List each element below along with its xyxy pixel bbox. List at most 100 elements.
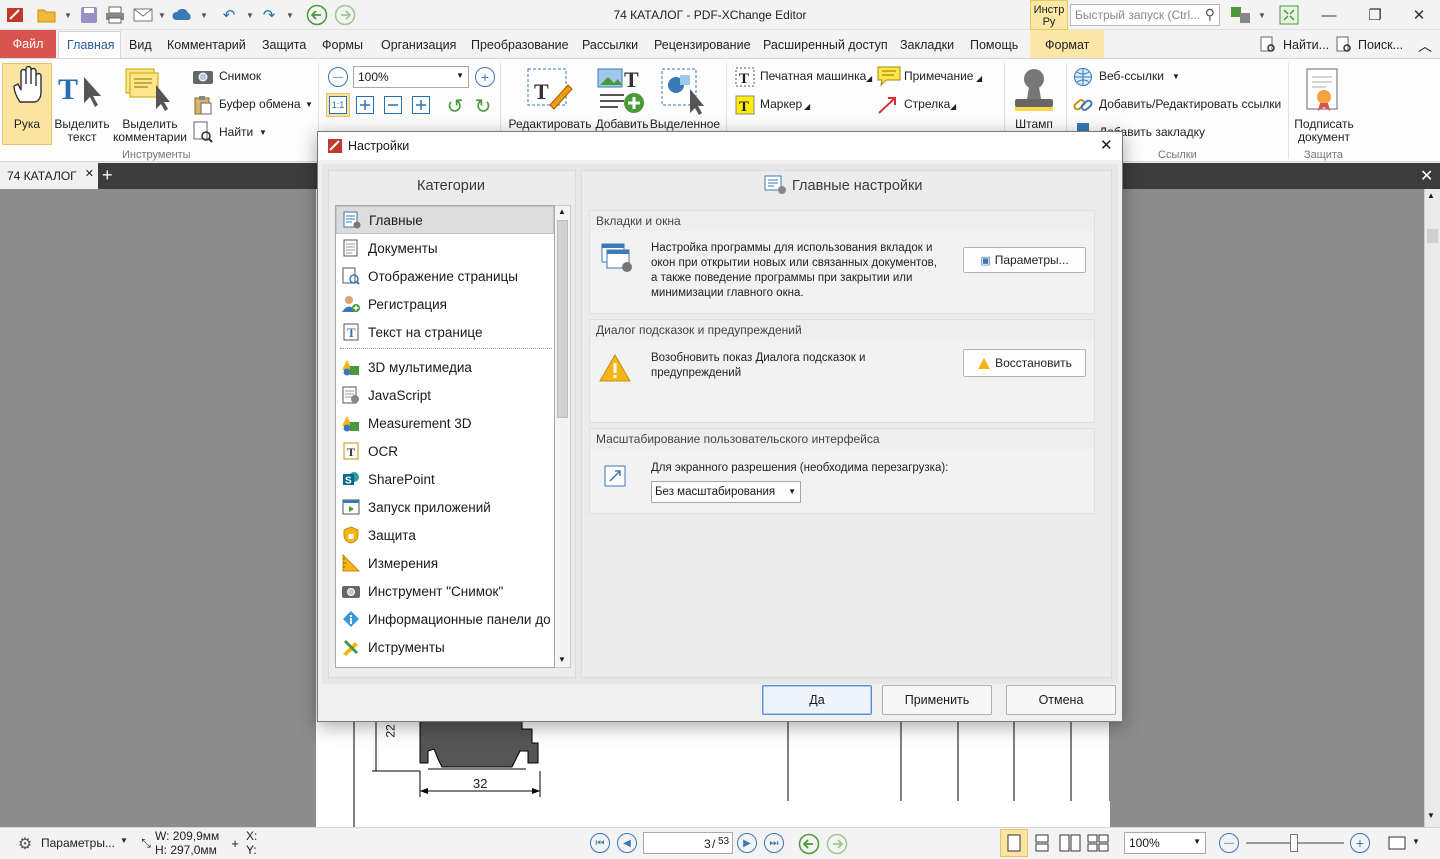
zoom-slider-thumb[interactable] [1290, 834, 1298, 852]
prev-view-icon[interactable] [798, 833, 820, 855]
category-item[interactable]: Запуск приложений [336, 493, 554, 521]
zoom-dropdown-icon[interactable]: ▼ [456, 71, 464, 80]
zoom-input[interactable]: 100% ▼ [353, 66, 469, 88]
vertical-scrollbar[interactable]: ▲ ▼ [1424, 189, 1440, 827]
email-icon[interactable] [132, 4, 154, 26]
scaling-dropdown-icon[interactable]: ▼ [788, 487, 796, 496]
zoom-out-icon[interactable]: — [328, 67, 348, 87]
next-view-icon[interactable] [826, 833, 848, 855]
back-icon[interactable] [306, 4, 328, 26]
tab-share[interactable]: Расширенный доступ [763, 38, 888, 52]
category-item[interactable]: Защита [336, 521, 554, 549]
search-button[interactable]: Поиск... [1358, 38, 1403, 52]
fit-width-icon[interactable] [384, 96, 402, 114]
tab-help[interactable]: Помощь [970, 38, 1018, 52]
selected-button[interactable]: Выделенное [648, 118, 722, 131]
edit-button[interactable]: Редактировать [508, 118, 592, 131]
categories-scroll-thumb[interactable] [557, 220, 568, 418]
close-tab-icon[interactable]: ✕ [85, 167, 94, 180]
marker-dropdown-icon[interactable]: ◢ [804, 100, 810, 113]
tab-review[interactable]: Рецензирование [654, 38, 751, 52]
status-zoom-dropdown-icon[interactable]: ▼ [1193, 837, 1201, 846]
status-zoom-input[interactable]: 100% ▼ [1124, 832, 1206, 854]
save-icon[interactable] [78, 4, 100, 26]
ok-button[interactable]: Да [762, 685, 872, 715]
category-item[interactable]: T Текст на странице [336, 318, 554, 346]
open-dropdown-icon[interactable]: ▼ [64, 4, 72, 26]
category-item[interactable]: Отображение страницы [336, 262, 554, 290]
category-item[interactable]: JavaScript [336, 381, 554, 409]
next-page-icon[interactable]: ▶ [737, 833, 757, 853]
tab-protect[interactable]: Защита [262, 38, 306, 52]
print-icon[interactable] [104, 4, 126, 26]
add-edit-links-button[interactable]: Добавить/Редактировать ссылки [1099, 98, 1281, 111]
page-input[interactable]: 3 / 53 [643, 832, 733, 854]
options-dropdown-icon[interactable]: ▼ [120, 836, 128, 845]
tab-comment[interactable]: Комментарий [167, 38, 246, 52]
status-zoom-out-icon[interactable]: — [1219, 833, 1239, 853]
scroll-up-icon[interactable]: ▲ [1427, 191, 1435, 200]
categories-list[interactable]: Главные Документы Отображение страницы Реги… [335, 205, 555, 668]
restore-hints-button[interactable]: Восстановить [963, 349, 1086, 377]
redo-dropdown-icon[interactable]: ▼ [286, 4, 294, 26]
fit-page-icon[interactable] [356, 96, 374, 114]
zoom-in-icon[interactable]: + [475, 67, 495, 87]
options-button[interactable]: Параметры... [41, 836, 115, 850]
category-item[interactable]: S SharePoint [336, 465, 554, 493]
web-links-dropdown-icon[interactable]: ▼ [1172, 70, 1180, 83]
close-document-icon[interactable]: ✕ [1420, 166, 1433, 186]
category-item[interactable]: Measurement 3D [336, 409, 554, 437]
category-item[interactable]: Иструменты [336, 633, 554, 661]
rotate-left-icon[interactable]: ↺ [444, 95, 466, 118]
arrow-dropdown-icon[interactable]: ◢ [950, 100, 956, 113]
sign-document-button[interactable]: Подписать документ [1290, 118, 1358, 144]
tab-organize[interactable]: Организация [381, 38, 456, 52]
typewriter-button[interactable]: Печатная машинка [760, 70, 866, 83]
fullscreen-status-icon[interactable] [1386, 834, 1408, 852]
continuous-view-icon[interactable] [1032, 833, 1052, 853]
undo-icon[interactable]: ↶ [218, 4, 240, 26]
tab-mailings[interactable]: Рассылки [582, 38, 638, 52]
categories-scroll-down-icon[interactable]: ▼ [558, 655, 566, 664]
ui-options-dropdown-icon[interactable]: ▼ [1258, 4, 1266, 26]
rotate-right-icon[interactable]: ↻ [472, 95, 494, 118]
ui-options-icon[interactable] [1230, 4, 1252, 26]
two-page-view-icon[interactable] [1058, 833, 1082, 853]
find-button[interactable]: Найти... [1283, 38, 1329, 52]
last-page-icon[interactable]: ⏭ [764, 833, 784, 853]
category-item[interactable]: Регистрация [336, 290, 554, 318]
note-button[interactable]: Примечание [904, 70, 973, 83]
prev-page-icon[interactable]: ◀ [617, 833, 637, 853]
snapshot-button[interactable]: Снимок [219, 70, 261, 83]
scroll-thumb[interactable] [1427, 229, 1438, 243]
category-item[interactable]: Инструмент "Снимок" [336, 577, 554, 605]
quick-launch-input[interactable]: Быстрый запуск (Ctrl... ⚲ [1070, 4, 1220, 26]
select-comments-button[interactable]: Выделить комментарии [110, 118, 190, 144]
cancel-button[interactable]: Отмена [1006, 685, 1116, 715]
category-item[interactable]: Измерения [336, 549, 554, 577]
apply-button[interactable]: Применить [882, 685, 992, 715]
fullscreen-icon[interactable] [1278, 4, 1300, 26]
tools-context-tab[interactable]: Инстр Ру [1030, 0, 1068, 30]
fullscreen-dropdown-icon[interactable]: ▼ [1412, 837, 1420, 846]
forward-icon[interactable] [334, 4, 356, 26]
category-item[interactable]: Информационные панели до [336, 605, 554, 633]
close-window-button[interactable]: ✕ [1396, 0, 1440, 30]
fit-visible-icon[interactable] [412, 96, 430, 114]
two-page-continuous-icon[interactable] [1086, 833, 1110, 853]
tab-convert[interactable]: Преобразование [471, 38, 569, 52]
file-menu[interactable]: Файл [0, 30, 56, 58]
tab-home[interactable]: Главная [67, 38, 115, 52]
find-dropdown-icon[interactable]: ▼ [259, 126, 267, 139]
category-item[interactable]: Документы [336, 234, 554, 262]
restore-button[interactable]: ❐ [1352, 0, 1398, 30]
add-button[interactable]: Добавить [592, 118, 652, 131]
scaling-select[interactable]: Без масштабирования ▼ [651, 481, 801, 503]
dialog-close-button[interactable]: ✕ [1100, 136, 1113, 154]
typewriter-dropdown-icon[interactable]: ◢ [866, 72, 872, 85]
tab-forms[interactable]: Формы [322, 38, 363, 52]
undo-dropdown-icon[interactable]: ▼ [246, 4, 254, 26]
category-item[interactable]: T OCR [336, 437, 554, 465]
status-zoom-in-icon[interactable]: + [1350, 833, 1370, 853]
find-tool-button[interactable]: Найти [219, 126, 253, 139]
